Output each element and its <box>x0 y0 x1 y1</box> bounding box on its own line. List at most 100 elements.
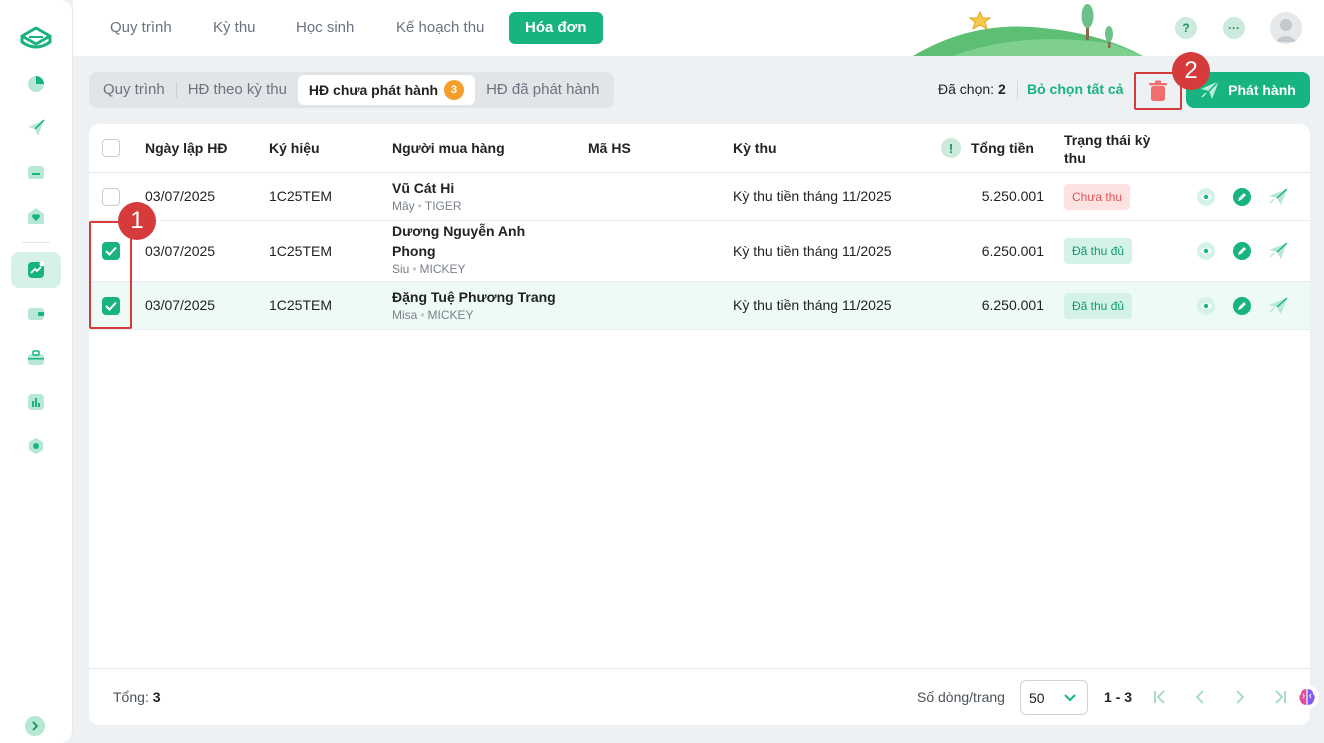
sidebar-item-finance[interactable] <box>11 252 61 288</box>
sidebar-item-dashboard[interactable] <box>11 66 61 102</box>
deselect-all-link[interactable]: Bỏ chọn tất cả <box>1027 81 1123 97</box>
table-row[interactable]: 03/07/2025 1C25TEM Đặng Tuệ Phương Trang… <box>89 282 1310 330</box>
toolbar-divider <box>1017 81 1018 99</box>
column-status[interactable]: Trạng thái kỳ thu <box>1064 131 1154 167</box>
sidebar <box>0 0 73 743</box>
sidebar-item-settings[interactable] <box>11 428 61 464</box>
edit-icon[interactable] <box>1231 240 1253 262</box>
tab-hoc-sinh[interactable]: Học sinh <box>280 12 370 44</box>
page-range: 1 - 3 <box>1104 689 1133 705</box>
buyer-cell: Dương Nguyễn Anh Phong Siu • MICKEY <box>392 221 552 277</box>
table-row[interactable]: 03/07/2025 1C25TEM Vũ Cát Hi Mây • TIGER K… <box>89 173 1310 221</box>
buyer-nickname: Siu <box>392 262 410 276</box>
last-page-button[interactable] <box>1269 686 1291 708</box>
row-checkbox[interactable] <box>102 188 120 206</box>
view-icon[interactable] <box>1195 240 1217 262</box>
send-icon[interactable] <box>1267 295 1289 317</box>
buyer-nickname: Misa <box>392 308 418 322</box>
trash-icon <box>1149 80 1167 101</box>
buyer-name: Đặng Tuệ Phương Trang <box>392 289 556 305</box>
column-date[interactable]: Ngày lập HĐ <box>145 140 227 156</box>
tab-hoa-don[interactable]: Hóa đơn <box>509 12 603 44</box>
briefcase-icon <box>28 350 44 365</box>
user-silhouette-icon <box>1275 19 1297 42</box>
buyer-cell: Vũ Cát Hi Mây • TIGER <box>392 178 462 214</box>
invoice-date: 03/07/2025 <box>145 243 216 259</box>
collection-period: Kỳ thu tiền tháng 11/2025 <box>733 297 892 313</box>
publish-label: Phát hành <box>1228 82 1296 98</box>
chevron-down-icon <box>1064 694 1076 702</box>
sidebar-item-send[interactable] <box>11 110 61 146</box>
tab-quy-trinh[interactable]: Quy trình <box>94 12 188 44</box>
subtab-hd-chua-phat-hanh[interactable]: HĐ chưa phát hành 3 <box>297 75 476 105</box>
column-buyer[interactable]: Người mua hàng <box>392 140 505 156</box>
app-logo-icon[interactable] <box>18 22 54 54</box>
decorative-hills-illustration <box>913 4 1143 56</box>
edit-icon[interactable] <box>1231 186 1253 208</box>
ai-assistant-icon[interactable] <box>1294 684 1320 710</box>
sidebar-expand-button[interactable] <box>25 716 45 736</box>
user-avatar[interactable] <box>1270 12 1302 44</box>
buyer-meta: Mây • TIGER <box>392 199 462 213</box>
chevron-left-icon <box>1195 690 1204 704</box>
last-page-icon <box>1275 690 1286 704</box>
next-page-button[interactable] <box>1229 686 1251 708</box>
sidebar-item-briefcase[interactable] <box>11 340 61 376</box>
top-navigation: Quy trình Kỳ thu Học sinh Kế hoạch thu H… <box>73 0 1324 56</box>
pie-chart-icon <box>28 76 44 92</box>
paper-plane-icon <box>28 119 45 136</box>
help-icon[interactable]: ? <box>1175 17 1197 39</box>
tab-ky-thu[interactable]: Kỳ thu <box>197 12 272 44</box>
sidebar-item-care[interactable] <box>11 198 61 234</box>
sidebar-item-reports[interactable] <box>11 384 61 420</box>
view-icon[interactable] <box>1195 186 1217 208</box>
rows-per-page-value: 50 <box>1029 689 1045 706</box>
send-icon[interactable] <box>1267 240 1289 262</box>
first-page-button[interactable] <box>1149 686 1171 708</box>
column-total[interactable]: Tổng tiền <box>971 140 1034 156</box>
column-student-code[interactable]: Mã HS <box>588 140 631 156</box>
previous-page-button[interactable] <box>1189 686 1211 708</box>
selected-value: 2 <box>997 81 1006 97</box>
column-symbol[interactable]: Ký hiệu <box>269 140 320 156</box>
sidebar-item-folder[interactable] <box>11 154 61 190</box>
collection-period: Kỳ thu tiền tháng 11/2025 <box>733 243 892 259</box>
chevron-right-icon <box>1236 690 1245 704</box>
buyer-class: MICKEY <box>419 262 466 276</box>
wallet-icon <box>28 308 44 320</box>
count-badge: 3 <box>444 80 465 100</box>
invoice-subtabs: Quy trình HĐ theo kỳ thu HĐ chưa phát hà… <box>89 72 614 108</box>
invoice-date: 03/07/2025 <box>145 297 216 313</box>
table-footer: Tổng: 3 Số dòng/trang 50 1 - 3 <box>89 668 1310 725</box>
subtab-hd-theo-ky-thu[interactable]: HĐ theo kỳ thu <box>177 75 298 105</box>
info-alert-icon[interactable]: ! <box>941 138 961 158</box>
settings-icon <box>29 438 43 454</box>
first-page-icon <box>1154 690 1165 704</box>
edit-icon[interactable] <box>1231 295 1253 317</box>
select-all-checkbox[interactable] <box>102 139 120 157</box>
status-badge: Đã thu đủ <box>1064 238 1133 264</box>
buyer-meta: Siu • MICKEY <box>392 262 466 276</box>
folder-icon <box>28 166 44 179</box>
send-icon[interactable] <box>1267 186 1289 208</box>
sidebar-item-wallet[interactable] <box>11 296 61 332</box>
table-row[interactable]: 03/07/2025 1C25TEM Dương Nguyễn Anh Phon… <box>89 221 1310 282</box>
heart-house-icon <box>28 208 44 224</box>
collection-period: Kỳ thu tiền tháng 11/2025 <box>733 188 892 204</box>
buyer-meta: Misa • MICKEY <box>392 308 474 322</box>
bar-chart-icon <box>28 394 44 410</box>
status-badge: Đã thu đủ <box>1064 293 1133 319</box>
annotation-marker-1: 1 <box>118 202 156 240</box>
column-period[interactable]: Kỳ thu <box>733 140 777 156</box>
more-options-icon[interactable]: ··· <box>1223 17 1245 39</box>
view-icon[interactable] <box>1195 295 1217 317</box>
total-amount: 5.250.001 <box>981 188 1044 204</box>
total-value: 3 <box>152 689 161 705</box>
subtab-label: HĐ chưa phát hành <box>308 82 439 98</box>
subtab-quy-trinh[interactable]: Quy trình <box>92 75 176 105</box>
tab-ke-hoach-thu[interactable]: Kế hoạch thu <box>380 12 500 44</box>
rows-per-page-select[interactable]: 50 <box>1020 680 1088 715</box>
table-header: Ngày lập HĐ Ký hiệu Người mua hàng Mã HS… <box>89 124 1310 173</box>
subtab-hd-da-phat-hanh[interactable]: HĐ đã phát hành <box>475 75 610 105</box>
total-amount: 6.250.001 <box>981 297 1044 313</box>
